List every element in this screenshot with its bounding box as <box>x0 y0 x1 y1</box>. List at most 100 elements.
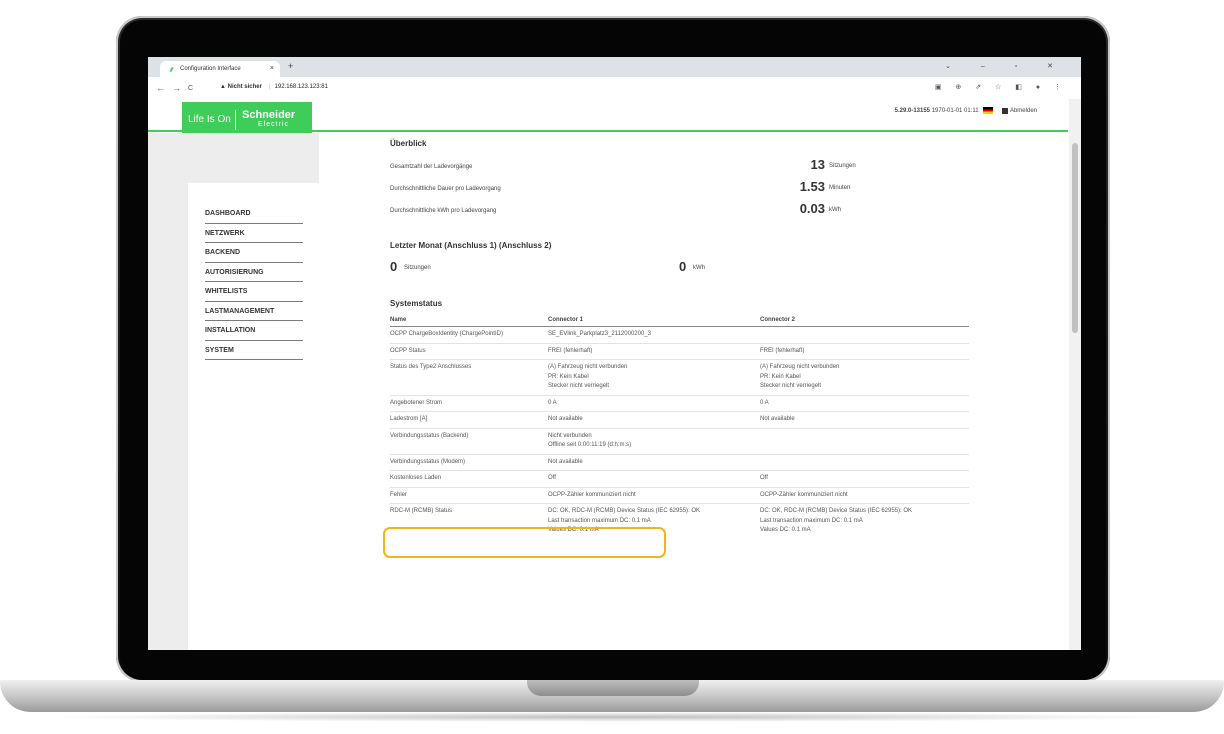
header-divider <box>148 130 1068 132</box>
stat-value-duration: 1.53 <box>799 179 825 194</box>
stat-unit-sessions: Sitzungen <box>829 163 856 169</box>
row-connector-2: (A) Fahrzeug nicht verbunden PR: Kein Kab… <box>760 359 969 395</box>
header-status: 5.29.0-13155 1970-01-01 01:11 Abmelden <box>895 107 1037 114</box>
backend-status-highlight <box>383 527 666 558</box>
window-controls[interactable]: ⌄ – ▫ ✕ <box>945 62 1067 70</box>
table-row: Kostenloses Laden Off Off <box>390 470 969 487</box>
stat-label-kwh: Durchschnittliche kWh pro Ladevorgang <box>390 208 497 214</box>
row-connector-1: FREI (fehlerhaft) <box>548 342 760 360</box>
firmware-version: 5.29.0-13155 <box>894 108 931 115</box>
url-field[interactable]: ▲ Nicht sicher | 192.168.123.123:81 <box>220 84 328 90</box>
row-connector-2: DC: OK, RDC-M (RCMB) Device Status (IEC … <box>760 503 969 539</box>
table-row: Verbindungsstatus (Backend) Nicht verbund… <box>390 427 969 454</box>
logout-link[interactable]: Abmelden <box>1010 108 1037 114</box>
sidebar-nav: DASHBOARD NETZWERK BACKEND AUTORISIERUNG… <box>205 204 303 360</box>
row-connector-2 <box>760 427 969 454</box>
row-connector-1: (A) Fahrzeug nicht verbunden PR: Kein Kab… <box>548 359 760 395</box>
row-name: OCPP ChargeBoxIdentity (ChargePointID) <box>390 326 548 343</box>
tab-close-icon[interactable]: × <box>270 65 274 72</box>
table-header-row: Name Connector 1 Connector 2 <box>390 313 969 327</box>
table-row: Angebotener Strom 0 A0 A <box>390 394 969 412</box>
sidebar-item-whitelists[interactable]: WHITELISTS <box>205 282 303 302</box>
laptop-screen: Configuration Interface × + ⌄ – ▫ ✕ ← → … <box>148 57 1081 650</box>
last-month-kwh-value: 0 <box>679 259 687 274</box>
sidebar-item-installation[interactable]: INSTALLATION <box>205 321 303 341</box>
row-name: Verbindungsstatus (Backend) <box>390 427 548 454</box>
last-month-sessions-value: 0 <box>390 259 398 274</box>
row-name: Angebotener Strom <box>390 394 548 412</box>
browser-toolbar-icons[interactable]: ▣ ⊕ ⇗ ☆ ◧ ● ⋮ <box>935 83 1067 91</box>
row-name: Ladestrom [A] <box>390 411 548 428</box>
back-icon[interactable]: ← <box>156 83 165 93</box>
stat-unit-kwh: kWh <box>829 207 841 213</box>
row-connector-2 <box>760 326 969 343</box>
laptop-shadow <box>40 712 1184 722</box>
last-month-sessions-unit: Sitzungen <box>404 265 431 271</box>
table-row: OCPP Status FREI (fehlerhaft) FREI (fehler… <box>390 342 969 360</box>
row-connector-2: Not available <box>760 411 969 428</box>
sidebar-item-netzwerk[interactable]: NETZWERK <box>205 224 303 243</box>
page-scrollbar[interactable] <box>1069 99 1081 650</box>
row-connector-2: 0 A <box>760 394 969 412</box>
last-month-title: Letzter Monat (Anschluss 1) (Anschluss 2… <box>390 241 552 250</box>
row-connector-2 <box>760 453 969 471</box>
column-header-name: Name <box>390 313 548 327</box>
row-name: OCPP Status <box>390 342 548 360</box>
address-bar: ← → C ▲ Nicht sicher | 192.168.123.123:81 … <box>148 77 1081 100</box>
stat-unit-duration: Minuten <box>829 185 851 191</box>
stat-label-sessions: Gesamtzahl der Ladevorgänge <box>390 164 473 170</box>
table-row: Ladestrom [A] Not available Not available <box>390 411 969 428</box>
overview-title: Überblick <box>390 139 427 148</box>
row-connector-1: Nicht verbunden Offline seit 0:00:11:19 (… <box>548 427 760 454</box>
forward-icon[interactable]: → <box>172 83 181 93</box>
not-secure-warning[interactable]: ▲ Nicht sicher <box>220 84 262 90</box>
system-status-rows: OCPP ChargeBoxIdentity (ChargePointID) SE… <box>390 326 969 539</box>
row-name: Verbindungsstatus (Modem) <box>390 453 548 471</box>
column-header-connector-2: Connector 2 <box>760 313 969 327</box>
browser-tab[interactable]: Configuration Interface × <box>160 61 280 77</box>
row-connector-1: 0 A <box>548 394 760 412</box>
row-name: Fehler <box>390 486 548 504</box>
favicon-icon <box>169 67 174 72</box>
browser-tab-bar: Configuration Interface × + ⌄ – ▫ ✕ <box>148 57 1081 77</box>
column-header-connector-1: Connector 1 <box>548 313 760 327</box>
row-connector-2: FREI (fehlerhaft) <box>760 342 969 360</box>
sidebar-item-backend[interactable]: BACKEND <box>205 243 303 263</box>
stat-value-sessions: 13 <box>810 157 825 172</box>
reload-icon[interactable]: C <box>188 85 193 92</box>
stat-value-kwh: 0.03 <box>799 201 825 216</box>
new-tab-button[interactable]: + <box>288 61 293 71</box>
url-host: 192.168.123.123:81 <box>274 84 328 90</box>
logo-tagline: Life Is On <box>188 114 231 125</box>
row-connector-2: Off <box>760 470 969 487</box>
web-page: Life Is On Schneider Electric 5.29.0-131… <box>148 99 1081 650</box>
sidebar-item-dashboard[interactable]: DASHBOARD <box>205 204 303 224</box>
row-connector-1: Not available <box>548 411 760 428</box>
scrollbar-thumb[interactable] <box>1072 143 1078 333</box>
row-connector-1: Off <box>548 470 760 487</box>
main-content: Überblick Gesamtzahl der Ladevorgänge 13… <box>323 133 1061 650</box>
logo-brand: Schneider <box>242 109 296 121</box>
system-status-table: Name Connector 1 Connector 2 OCPP Charge… <box>390 313 969 539</box>
stat-label-duration: Durchschnittliche Dauer pro Ladevorgang <box>390 186 501 192</box>
sidebar-item-lastmanagement[interactable]: LASTMANAGEMENT <box>205 302 303 321</box>
sidebar-item-system[interactable]: SYSTEM <box>205 341 303 360</box>
row-connector-2: OCPP-Zähler kommuniziert nicht <box>760 486 969 504</box>
german-flag-icon[interactable] <box>983 107 994 114</box>
row-connector-1: Not available <box>548 453 760 471</box>
laptop-hinge-notch <box>527 680 699 696</box>
table-row: Fehler OCPP-Zähler kommuniziert nicht OCPP… <box>390 486 969 504</box>
table-row: Status des Type2 Anschlusses (A) Fahrzeug… <box>390 359 969 395</box>
row-name: Kostenloses Laden <box>390 470 548 487</box>
sidebar-item-autorisierung[interactable]: AUTORISIERUNG <box>205 263 303 282</box>
row-name: Status des Type2 Anschlusses <box>390 359 548 395</box>
table-row: OCPP ChargeBoxIdentity (ChargePointID) SE… <box>390 326 969 343</box>
row-connector-1: SE_EVlink_Parkplatz3_2112000200_3 <box>548 326 760 343</box>
table-row: Verbindungsstatus (Modem) Not available <box>390 453 969 471</box>
system-status-title: Systemstatus <box>390 299 443 308</box>
row-connector-1: OCPP-Zähler kommuniziert nicht <box>548 486 760 504</box>
last-month-kwh-unit: kWh <box>693 265 705 271</box>
logout-icon[interactable] <box>1001 107 1008 114</box>
header-timestamp: 1970-01-01 01:11 <box>931 108 979 115</box>
logo-brand-sub: Electric <box>258 121 289 128</box>
